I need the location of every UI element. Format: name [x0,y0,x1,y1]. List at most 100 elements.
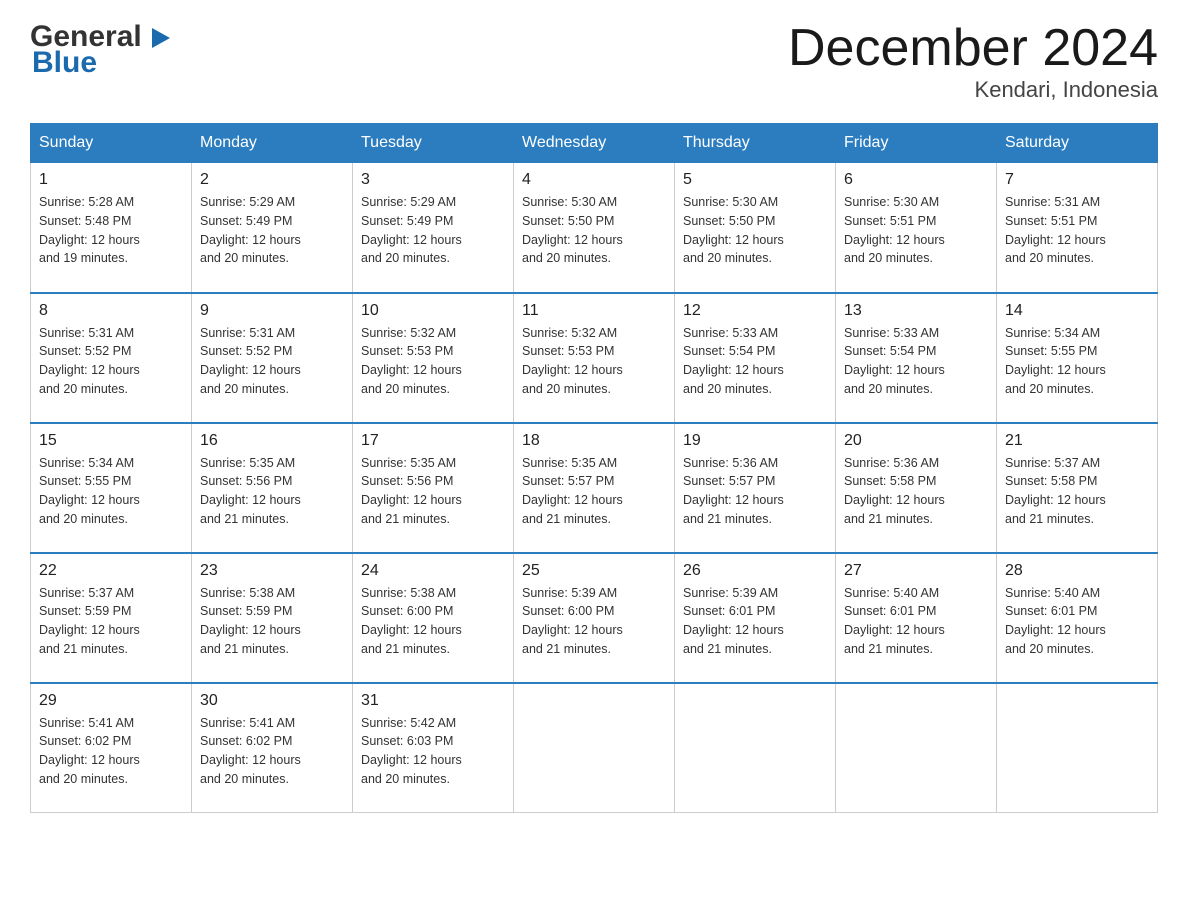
col-sunday: Sunday [31,124,192,163]
table-row: 6 Sunrise: 5:30 AM Sunset: 5:51 PM Dayli… [836,163,997,293]
day-number: 20 [844,432,988,450]
day-info: Sunrise: 5:41 AM Sunset: 6:02 PM Dayligh… [200,714,344,789]
table-row: 23 Sunrise: 5:38 AM Sunset: 5:59 PM Dayl… [192,553,353,683]
day-info: Sunrise: 5:30 AM Sunset: 5:50 PM Dayligh… [522,193,666,268]
day-number: 7 [1005,171,1149,189]
day-number: 28 [1005,562,1149,580]
day-info: Sunrise: 5:40 AM Sunset: 6:01 PM Dayligh… [844,584,988,659]
day-number: 26 [683,562,827,580]
day-info: Sunrise: 5:31 AM Sunset: 5:52 PM Dayligh… [39,324,183,399]
table-row: 27 Sunrise: 5:40 AM Sunset: 6:01 PM Dayl… [836,553,997,683]
location-text: Kendari, Indonesia [788,77,1158,103]
calendar-week-5: 29 Sunrise: 5:41 AM Sunset: 6:02 PM Dayl… [31,683,1158,813]
table-row [997,683,1158,813]
table-row: 11 Sunrise: 5:32 AM Sunset: 5:53 PM Dayl… [514,293,675,423]
day-number: 13 [844,302,988,320]
day-info: Sunrise: 5:40 AM Sunset: 6:01 PM Dayligh… [1005,584,1149,659]
day-number: 16 [200,432,344,450]
day-info: Sunrise: 5:32 AM Sunset: 5:53 PM Dayligh… [361,324,505,399]
day-number: 8 [39,302,183,320]
month-title: December 2024 [788,20,1158,77]
day-info: Sunrise: 5:32 AM Sunset: 5:53 PM Dayligh… [522,324,666,399]
calendar-table: Sunday Monday Tuesday Wednesday Thursday… [30,123,1158,813]
day-number: 29 [39,692,183,710]
day-number: 3 [361,171,505,189]
day-info: Sunrise: 5:29 AM Sunset: 5:49 PM Dayligh… [200,193,344,268]
table-row [675,683,836,813]
table-row: 15 Sunrise: 5:34 AM Sunset: 5:55 PM Dayl… [31,423,192,553]
day-number: 25 [522,562,666,580]
day-info: Sunrise: 5:30 AM Sunset: 5:50 PM Dayligh… [683,193,827,268]
title-section: December 2024 Kendari, Indonesia [788,20,1158,103]
table-row [514,683,675,813]
day-info: Sunrise: 5:33 AM Sunset: 5:54 PM Dayligh… [844,324,988,399]
day-number: 24 [361,562,505,580]
day-info: Sunrise: 5:41 AM Sunset: 6:02 PM Dayligh… [39,714,183,789]
day-number: 27 [844,562,988,580]
table-row: 20 Sunrise: 5:36 AM Sunset: 5:58 PM Dayl… [836,423,997,553]
col-friday: Friday [836,124,997,163]
day-number: 6 [844,171,988,189]
day-number: 9 [200,302,344,320]
table-row [836,683,997,813]
day-number: 12 [683,302,827,320]
day-info: Sunrise: 5:37 AM Sunset: 5:58 PM Dayligh… [1005,454,1149,529]
day-info: Sunrise: 5:31 AM Sunset: 5:52 PM Dayligh… [200,324,344,399]
day-info: Sunrise: 5:35 AM Sunset: 5:56 PM Dayligh… [361,454,505,529]
table-row: 12 Sunrise: 5:33 AM Sunset: 5:54 PM Dayl… [675,293,836,423]
day-info: Sunrise: 5:34 AM Sunset: 5:55 PM Dayligh… [1005,324,1149,399]
table-row: 3 Sunrise: 5:29 AM Sunset: 5:49 PM Dayli… [353,163,514,293]
table-row: 9 Sunrise: 5:31 AM Sunset: 5:52 PM Dayli… [192,293,353,423]
day-info: Sunrise: 5:42 AM Sunset: 6:03 PM Dayligh… [361,714,505,789]
table-row: 30 Sunrise: 5:41 AM Sunset: 6:02 PM Dayl… [192,683,353,813]
day-number: 19 [683,432,827,450]
day-info: Sunrise: 5:39 AM Sunset: 6:01 PM Dayligh… [683,584,827,659]
col-wednesday: Wednesday [514,124,675,163]
logo: General Blue [30,20,170,80]
table-row: 13 Sunrise: 5:33 AM Sunset: 5:54 PM Dayl… [836,293,997,423]
day-info: Sunrise: 5:38 AM Sunset: 5:59 PM Dayligh… [200,584,344,659]
day-info: Sunrise: 5:36 AM Sunset: 5:58 PM Dayligh… [844,454,988,529]
table-row: 25 Sunrise: 5:39 AM Sunset: 6:00 PM Dayl… [514,553,675,683]
table-row: 26 Sunrise: 5:39 AM Sunset: 6:01 PM Dayl… [675,553,836,683]
table-row: 7 Sunrise: 5:31 AM Sunset: 5:51 PM Dayli… [997,163,1158,293]
table-row: 19 Sunrise: 5:36 AM Sunset: 5:57 PM Dayl… [675,423,836,553]
day-number: 21 [1005,432,1149,450]
day-info: Sunrise: 5:38 AM Sunset: 6:00 PM Dayligh… [361,584,505,659]
day-info: Sunrise: 5:28 AM Sunset: 5:48 PM Dayligh… [39,193,183,268]
day-info: Sunrise: 5:35 AM Sunset: 5:57 PM Dayligh… [522,454,666,529]
day-number: 1 [39,171,183,189]
day-info: Sunrise: 5:29 AM Sunset: 5:49 PM Dayligh… [361,193,505,268]
table-row: 24 Sunrise: 5:38 AM Sunset: 6:00 PM Dayl… [353,553,514,683]
table-row: 18 Sunrise: 5:35 AM Sunset: 5:57 PM Dayl… [514,423,675,553]
calendar-week-2: 8 Sunrise: 5:31 AM Sunset: 5:52 PM Dayli… [31,293,1158,423]
day-info: Sunrise: 5:37 AM Sunset: 5:59 PM Dayligh… [39,584,183,659]
day-number: 5 [683,171,827,189]
day-info: Sunrise: 5:34 AM Sunset: 5:55 PM Dayligh… [39,454,183,529]
calendar-header-row: Sunday Monday Tuesday Wednesday Thursday… [31,124,1158,163]
table-row: 17 Sunrise: 5:35 AM Sunset: 5:56 PM Dayl… [353,423,514,553]
table-row: 28 Sunrise: 5:40 AM Sunset: 6:01 PM Dayl… [997,553,1158,683]
day-number: 11 [522,302,666,320]
day-number: 22 [39,562,183,580]
day-number: 30 [200,692,344,710]
day-number: 17 [361,432,505,450]
day-number: 23 [200,562,344,580]
col-tuesday: Tuesday [353,124,514,163]
day-number: 10 [361,302,505,320]
day-info: Sunrise: 5:35 AM Sunset: 5:56 PM Dayligh… [200,454,344,529]
calendar-week-3: 15 Sunrise: 5:34 AM Sunset: 5:55 PM Dayl… [31,423,1158,553]
day-number: 18 [522,432,666,450]
table-row: 29 Sunrise: 5:41 AM Sunset: 6:02 PM Dayl… [31,683,192,813]
page-header: General Blue December 2024 Kendari, Indo… [30,20,1158,103]
day-info: Sunrise: 5:39 AM Sunset: 6:00 PM Dayligh… [522,584,666,659]
day-number: 15 [39,432,183,450]
logo-blue-text: Blue [32,46,97,80]
table-row: 21 Sunrise: 5:37 AM Sunset: 5:58 PM Dayl… [997,423,1158,553]
day-info: Sunrise: 5:36 AM Sunset: 5:57 PM Dayligh… [683,454,827,529]
day-info: Sunrise: 5:31 AM Sunset: 5:51 PM Dayligh… [1005,193,1149,268]
day-number: 31 [361,692,505,710]
day-info: Sunrise: 5:33 AM Sunset: 5:54 PM Dayligh… [683,324,827,399]
table-row: 2 Sunrise: 5:29 AM Sunset: 5:49 PM Dayli… [192,163,353,293]
col-saturday: Saturday [997,124,1158,163]
